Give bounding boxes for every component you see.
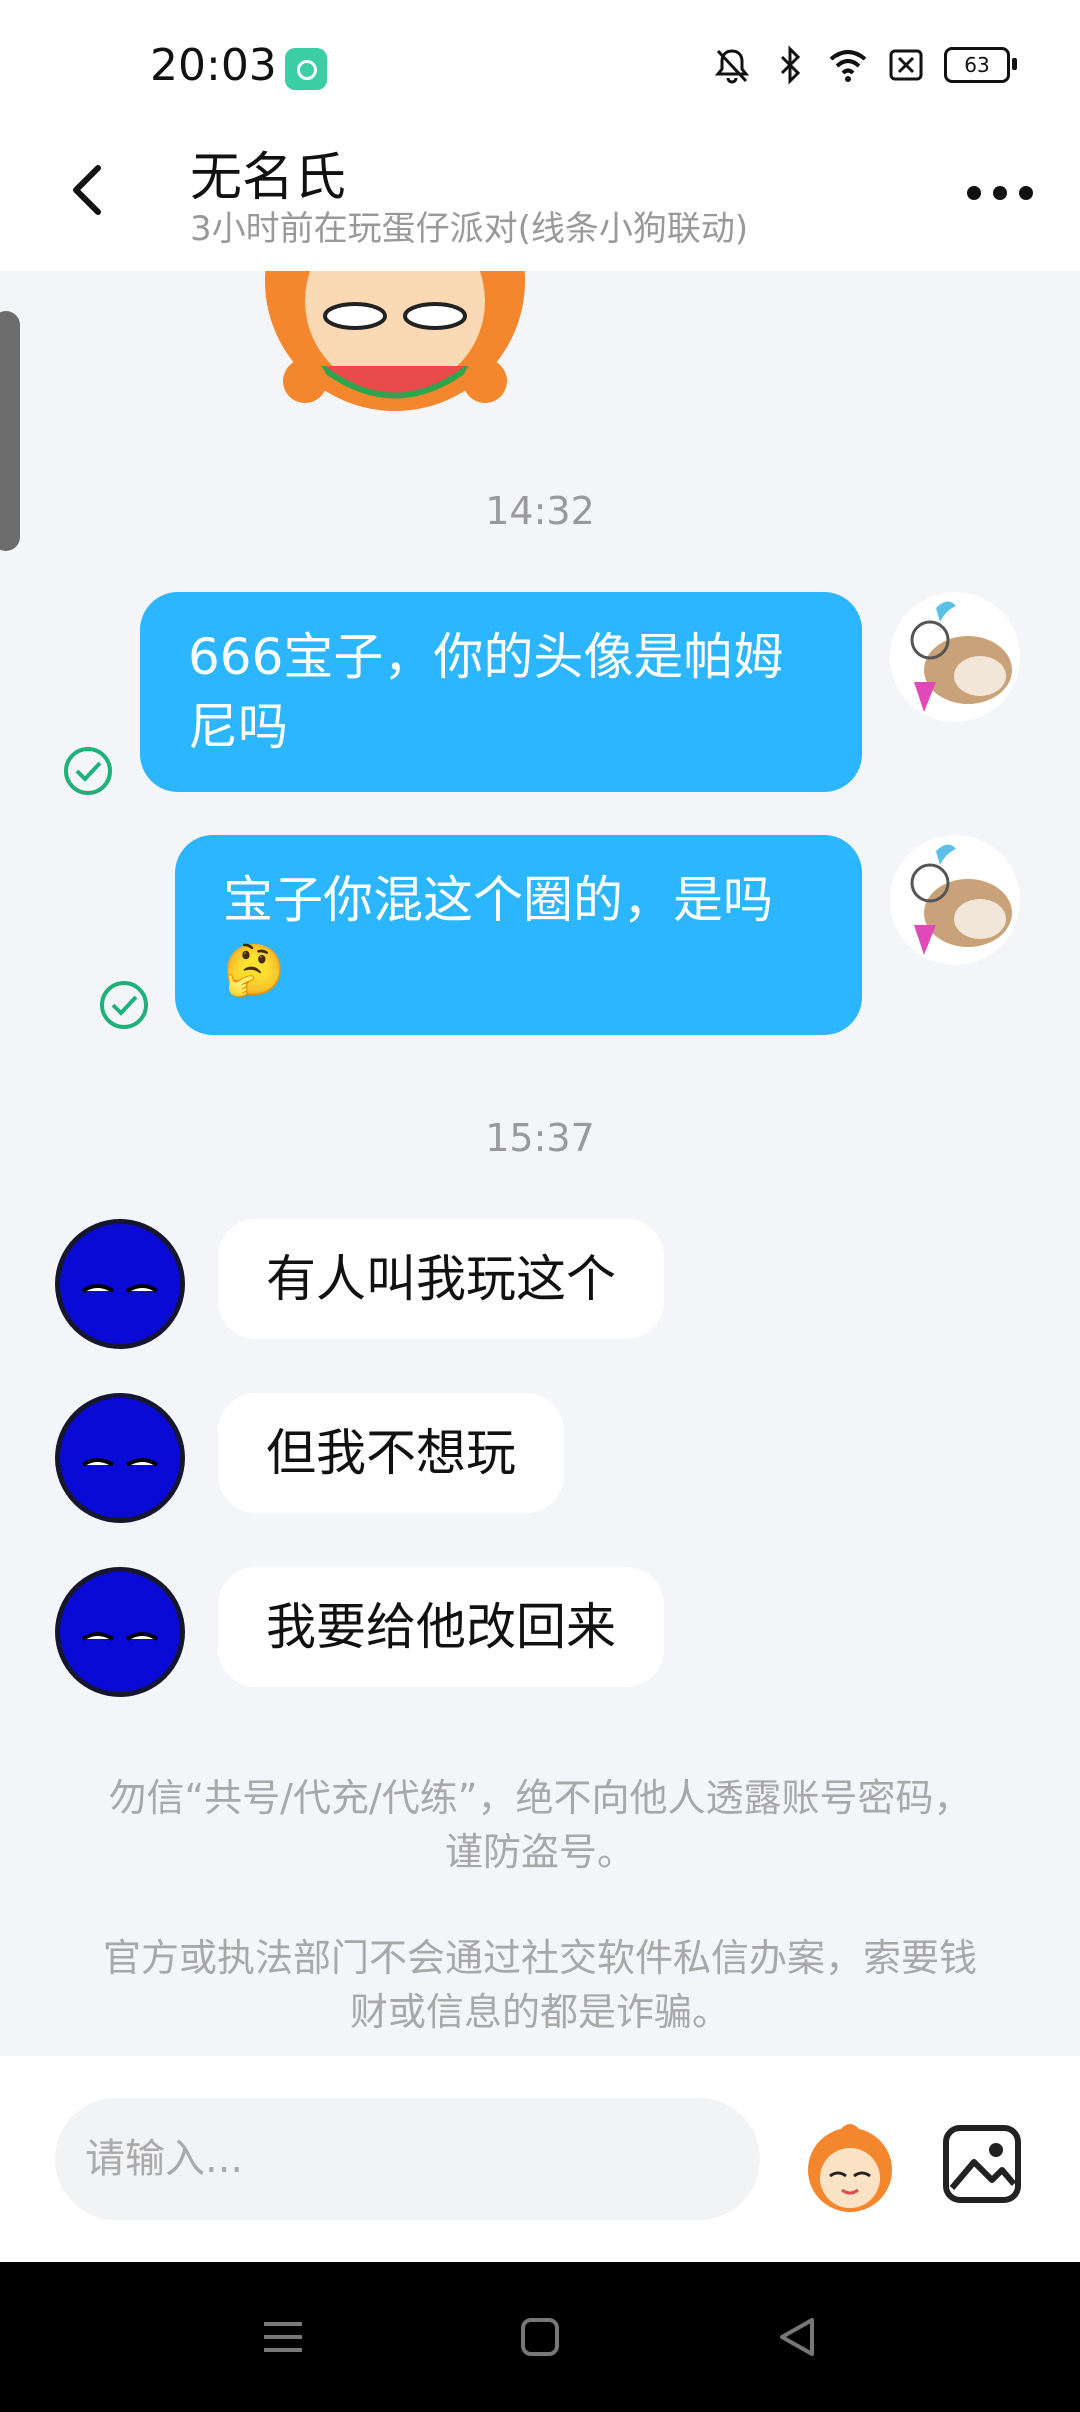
received-message-bubble[interactable]: 有人叫我玩这个: [218, 1219, 664, 1339]
received-message-bubble[interactable]: 但我不想玩: [218, 1393, 564, 1513]
contact-name: 无名氏: [190, 148, 347, 208]
timestamp: 15:37: [485, 1116, 595, 1160]
security-notice: 勿信“共号/代充/代练”，绝不向他人透露账号密码，谨防盗号。: [108, 1776, 972, 1874]
message-input[interactable]: [55, 2098, 760, 2220]
back-triangle-icon[interactable]: [772, 2312, 822, 2362]
avatar-image: [60, 1398, 180, 1518]
sent-message-bubble[interactable]: 666宝子，你的头像是帕姆尼吗: [140, 592, 862, 792]
status-bar: 20:03 63: [0, 0, 1080, 125]
back-chevron-icon[interactable]: [60, 160, 120, 220]
avatar-image: [910, 844, 1012, 955]
image-icon[interactable]: [940, 2122, 1024, 2206]
message-list[interactable]: 14:32 666宝子，你的头像是帕姆尼吗 宝子你混这个圈的，是吗🤔 15:37: [0, 271, 1080, 2056]
contact-avatar[interactable]: [55, 1219, 185, 1349]
status-time: 20:03: [150, 40, 277, 91]
wifi-icon: [829, 50, 867, 82]
sticker-image: [265, 271, 525, 411]
more-dots-icon[interactable]: [960, 173, 1040, 213]
sent-message-bubble[interactable]: 宝子你混这个圈的，是吗🤔: [175, 835, 862, 1035]
read-check-icon: [64, 747, 112, 795]
silent-bell-icon: [714, 49, 750, 84]
avatar-image: [60, 1572, 180, 1692]
home-square-icon[interactable]: [515, 2312, 565, 2362]
avatar-image: [60, 1224, 180, 1344]
my-avatar[interactable]: [890, 592, 1020, 722]
received-message-bubble[interactable]: 我要给他改回来: [218, 1567, 664, 1687]
fraud-notice: 官方或执法部门不会通过社交软件私信办案，索要钱财或信息的都是诈骗。: [102, 1936, 977, 2034]
avatar-image: [910, 601, 1012, 712]
app-notification-icon: [285, 48, 327, 90]
contact-avatar[interactable]: [55, 1393, 185, 1523]
no-sim-icon: [889, 49, 923, 81]
my-avatar[interactable]: [890, 835, 1020, 965]
contact-avatar[interactable]: [55, 1567, 185, 1697]
timestamp: 14:32: [485, 489, 595, 533]
battery-icon: 63: [944, 47, 1017, 83]
contact-status: 3小时前在玩蛋仔派对(线条小狗联动): [190, 209, 749, 249]
bluetooth-icon: [780, 45, 801, 85]
emoji-sticker-icon[interactable]: [800, 2116, 900, 2216]
status-icons: 63: [712, 45, 1017, 85]
input-bar: [0, 2056, 1080, 2262]
chat-header: 无名氏 3小时前在玩蛋仔派对(线条小狗联动): [0, 125, 1080, 271]
read-check-icon: [100, 981, 148, 1029]
system-nav-bar: [0, 2262, 1080, 2412]
menu-icon[interactable]: [258, 2312, 308, 2362]
